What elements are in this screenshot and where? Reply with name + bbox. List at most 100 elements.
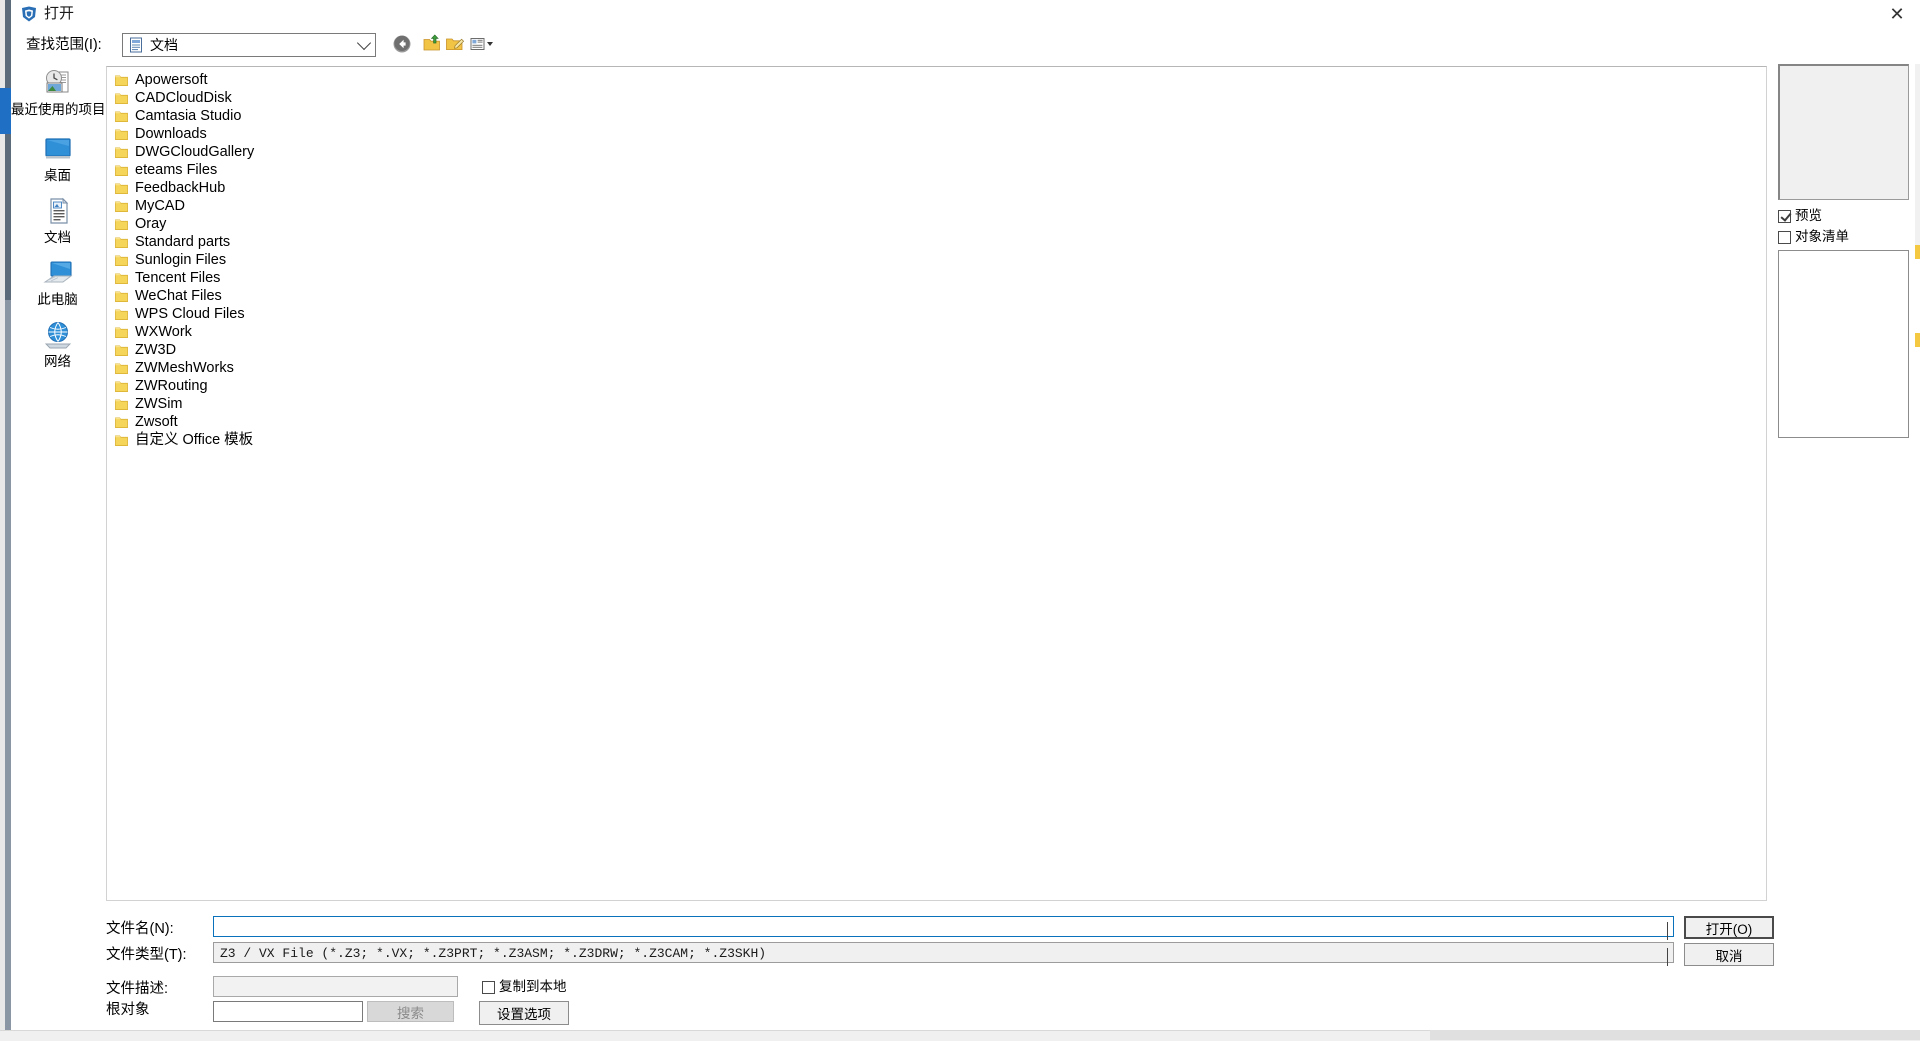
- set-options-button[interactable]: 设置选项: [479, 1001, 569, 1025]
- root-object-label: 根对象: [106, 1002, 150, 1018]
- file-list-item[interactable]: DWGCloudGallery: [111, 143, 511, 161]
- folder-icon: [115, 128, 128, 140]
- new-folder-button[interactable]: [443, 32, 467, 56]
- folder-icon: [115, 110, 128, 122]
- file-list-item-label: MyCAD: [135, 198, 185, 214]
- up-folder-icon: [423, 34, 440, 51]
- desktop-monitor-icon: [40, 134, 76, 166]
- folder-icon: [115, 200, 128, 212]
- recent-items-icon: [40, 68, 76, 100]
- chevron-down-icon[interactable]: [1667, 922, 1668, 940]
- open-file-dialog: 打开 ✕ 查找范围(I): 文档 最近使用的项目 桌面 文档 此电脑 网络 Ap…: [0, 0, 1920, 1041]
- window-title: 打开: [44, 5, 75, 22]
- sidebar-item-recent[interactable]: 最近使用的项目: [11, 68, 106, 118]
- file-list-item[interactable]: CADCloudDisk: [111, 89, 511, 107]
- file-list-item[interactable]: Tencent Files: [111, 269, 511, 287]
- object-list-checkbox[interactable]: 对象清单: [1778, 229, 1849, 245]
- file-list-item-label: WPS Cloud Files: [135, 306, 245, 322]
- look-in-value: 文档: [150, 37, 178, 53]
- bottom-form: 文件名(N): 文件类型(T): Z3 / VX File (*.Z3; *.V…: [11, 905, 1920, 1040]
- preview-rail-marker-2: [1915, 333, 1920, 347]
- folder-icon: [115, 434, 128, 446]
- cancel-button[interactable]: 取消: [1684, 943, 1774, 966]
- preview-checkbox[interactable]: 预览: [1778, 208, 1822, 224]
- title-bar: 打开 ✕: [11, 0, 1920, 31]
- file-list-item-label: WeChat Files: [135, 288, 222, 304]
- filetype-value: Z3 / VX File (*.Z3; *.VX; *.Z3PRT; *.Z3A…: [220, 946, 767, 961]
- filename-input[interactable]: [213, 916, 1674, 940]
- file-list-item-label: Downloads: [135, 126, 207, 142]
- file-description-label: 文件描述:: [106, 981, 169, 997]
- app-logo-icon: [20, 5, 38, 23]
- file-list-item-label: Oray: [135, 216, 167, 232]
- filename-label: 文件名(N):: [106, 921, 174, 937]
- documents-folder-icon: [128, 37, 144, 53]
- file-list-item[interactable]: 自定义 Office 模板: [111, 431, 511, 449]
- file-list-item[interactable]: Oray: [111, 215, 511, 233]
- file-list-item[interactable]: ZWRouting: [111, 377, 511, 395]
- file-list-item[interactable]: Camtasia Studio: [111, 107, 511, 125]
- toolbar: 查找范围(I): 文档: [11, 30, 1920, 62]
- window-bottom-edge-right: [1430, 1030, 1920, 1040]
- file-list-item[interactable]: Sunlogin Files: [111, 251, 511, 269]
- file-list-item[interactable]: eteams Files: [111, 161, 511, 179]
- folder-icon: [115, 398, 128, 410]
- file-list-item[interactable]: ZWSim: [111, 395, 511, 413]
- file-list-item-label: Sunlogin Files: [135, 252, 227, 268]
- file-list-item-label: ZWMeshWorks: [135, 360, 234, 376]
- file-list-item-label: DWGCloudGallery: [135, 144, 255, 160]
- network-globe-icon: [40, 320, 76, 352]
- sidebar-item-label: 桌面: [44, 168, 71, 183]
- folder-icon: [115, 290, 128, 302]
- file-list-item[interactable]: ZWMeshWorks: [111, 359, 511, 377]
- copy-to-local-checkbox[interactable]: 复制到本地: [482, 979, 567, 995]
- open-button[interactable]: 打开(O): [1684, 916, 1774, 939]
- sidebar-item-desktop[interactable]: 桌面: [11, 134, 104, 184]
- up-one-level-button[interactable]: [420, 32, 444, 56]
- views-button[interactable]: [467, 32, 501, 56]
- close-icon: ✕: [1889, 4, 1905, 25]
- views-grid-icon: [470, 38, 493, 50]
- preview-scroll-rail[interactable]: [1915, 64, 1920, 256]
- folder-icon: [115, 344, 128, 356]
- file-list-item[interactable]: WPS Cloud Files: [111, 305, 511, 323]
- checkbox-unchecked-icon: [482, 980, 495, 994]
- file-list-item[interactable]: Downloads: [111, 125, 511, 143]
- file-list-item[interactable]: WeChat Files: [111, 287, 511, 305]
- file-list-item[interactable]: ZW3D: [111, 341, 511, 359]
- search-button[interactable]: 搜索: [367, 1001, 454, 1022]
- folder-icon: [115, 416, 128, 428]
- filetype-label: 文件类型(T):: [106, 947, 187, 963]
- folder-icon: [115, 272, 128, 284]
- root-object-input[interactable]: [213, 1001, 363, 1022]
- file-list-item[interactable]: Zwsoft: [111, 413, 511, 431]
- file-list-item[interactable]: MyCAD: [111, 197, 511, 215]
- object-list-box[interactable]: [1778, 250, 1909, 438]
- sidebar-item-network[interactable]: 网络: [11, 320, 104, 370]
- preview-image-box: [1778, 64, 1909, 200]
- background-accent-block: [0, 88, 11, 134]
- chevron-down-icon: [356, 34, 372, 56]
- close-button[interactable]: ✕: [1874, 0, 1920, 30]
- back-button[interactable]: [390, 32, 414, 56]
- file-description-input[interactable]: [213, 976, 458, 997]
- folder-icon: [115, 146, 128, 158]
- file-list-item-label: ZWRouting: [135, 378, 208, 394]
- sidebar-item-this-pc[interactable]: 此电脑: [11, 258, 104, 308]
- chevron-down-icon[interactable]: [1667, 948, 1668, 966]
- file-list-item[interactable]: Standard parts: [111, 233, 511, 251]
- folder-icon: [115, 254, 128, 266]
- file-list-item[interactable]: WXWork: [111, 323, 511, 341]
- file-list-item[interactable]: FeedbackHub: [111, 179, 511, 197]
- look-in-combobox[interactable]: 文档: [122, 33, 376, 57]
- file-list[interactable]: Apowersoft CADCloudDisk Camtasia Studio Dow…: [106, 66, 1767, 901]
- file-list-item-label: WXWork: [135, 324, 192, 340]
- back-arrow-icon: [393, 35, 411, 53]
- look-in-label: 查找范围(I):: [26, 37, 102, 53]
- filetype-combobox[interactable]: Z3 / VX File (*.Z3; *.VX; *.Z3PRT; *.Z3A…: [213, 942, 1674, 966]
- folder-icon: [115, 218, 128, 230]
- sidebar-item-label: 此电脑: [37, 292, 78, 307]
- copy-to-local-label: 复制到本地: [499, 979, 567, 994]
- sidebar-item-documents[interactable]: 文档: [11, 196, 104, 246]
- file-list-item[interactable]: Apowersoft: [111, 71, 511, 89]
